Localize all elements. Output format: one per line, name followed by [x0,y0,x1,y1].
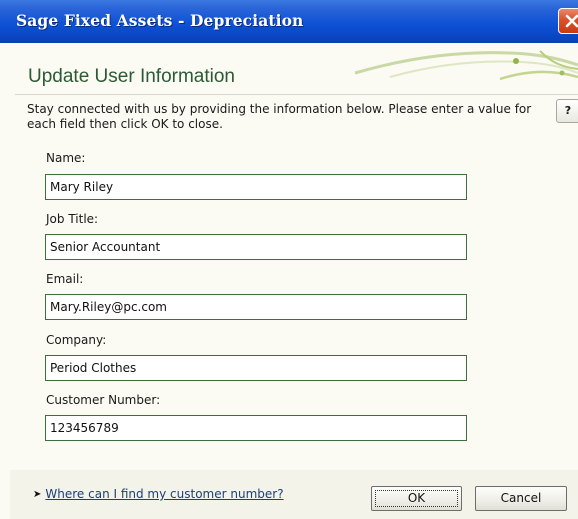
customer-number-label: Customer Number: [46,393,161,407]
dialog-window: Sage Fixed Assets - Depreciation Update … [0,0,578,519]
header-divider [15,94,578,95]
job-title-input[interactable]: Senior Accountant [45,234,467,260]
decorative-swoosh-icon [354,50,578,81]
customer-number-help-link[interactable]: Where can I find my customer number? [45,487,283,501]
intro-text: Stay connected with us by providing the … [27,102,532,131]
window-title: Sage Fixed Assets - Depreciation [16,11,304,30]
cancel-button[interactable]: Cancel [475,486,567,511]
focus-ring [375,490,458,507]
customer-number-input[interactable]: 123456789 [45,415,467,441]
customer-number-help: ➤ Where can I find my customer number? [33,487,284,501]
close-x-icon [565,14,578,28]
company-label: Company: [46,333,107,347]
help-button[interactable]: ? [556,99,578,123]
email-input[interactable]: Mary.Riley@pc.com [45,294,467,320]
page-title: Update User Information [28,66,235,87]
arrow-right-icon: ➤ [33,489,42,500]
name-input[interactable]: Mary Riley [45,174,467,200]
cancel-button-label: Cancel [500,491,542,505]
job-title-label: Job Title: [46,212,99,226]
email-label: Email: [46,272,84,286]
title-bar[interactable]: Sage Fixed Assets - Depreciation [0,0,578,43]
name-label: Name: [46,151,86,165]
help-question-icon: ? [564,104,572,117]
company-input[interactable]: Period Clothes [45,355,467,381]
close-button[interactable] [558,8,578,34]
ok-button[interactable]: OK [371,486,462,511]
